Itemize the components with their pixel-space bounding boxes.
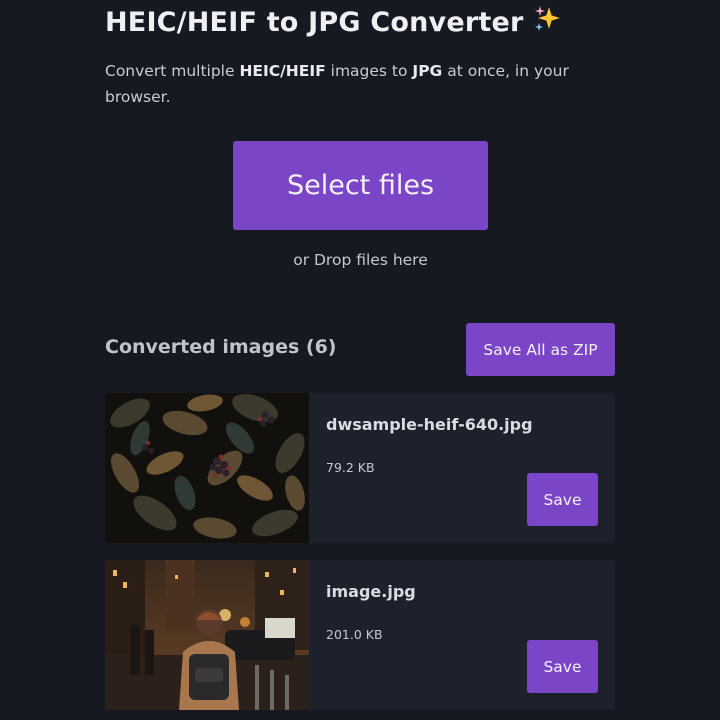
save-all-zip-button[interactable]: Save All as ZIP xyxy=(466,323,615,376)
subtitle-text: images to xyxy=(325,62,413,80)
file-name: dwsample-heif-640.jpg xyxy=(326,415,533,434)
save-button[interactable]: Save xyxy=(527,640,598,693)
sparkles-icon xyxy=(534,6,560,31)
subtitle-text: Convert multiple xyxy=(105,62,240,80)
city-street-night-photo xyxy=(105,560,309,710)
converted-image-card: dwsample-heif-640.jpg 79.2 KB Save xyxy=(105,393,615,543)
select-files-button[interactable]: Select files xyxy=(233,141,488,230)
source-format-label: HEIC/HEIF xyxy=(239,62,326,80)
converted-images-heading: Converted images (6) xyxy=(105,336,337,358)
page-subtitle: Convert multiple HEIC/HEIF images to JPG… xyxy=(105,58,595,110)
target-format-label: JPG xyxy=(412,62,443,80)
file-size: 201.0 KB xyxy=(326,627,383,642)
file-name: image.jpg xyxy=(326,582,416,601)
leaves-and-berries-photo xyxy=(105,393,309,543)
converter-page: HEIC/HEIF to JPG Converter Convert multi… xyxy=(0,0,720,720)
converted-image-card: image.jpg 201.0 KB Save xyxy=(105,560,615,710)
page-title-text: HEIC/HEIF to JPG Converter xyxy=(105,7,524,38)
file-size: 79.2 KB xyxy=(326,460,375,475)
drop-zone-hint[interactable]: or Drop files here xyxy=(233,251,488,269)
page-title: HEIC/HEIF to JPG Converter xyxy=(105,4,564,38)
save-button[interactable]: Save xyxy=(527,473,598,526)
